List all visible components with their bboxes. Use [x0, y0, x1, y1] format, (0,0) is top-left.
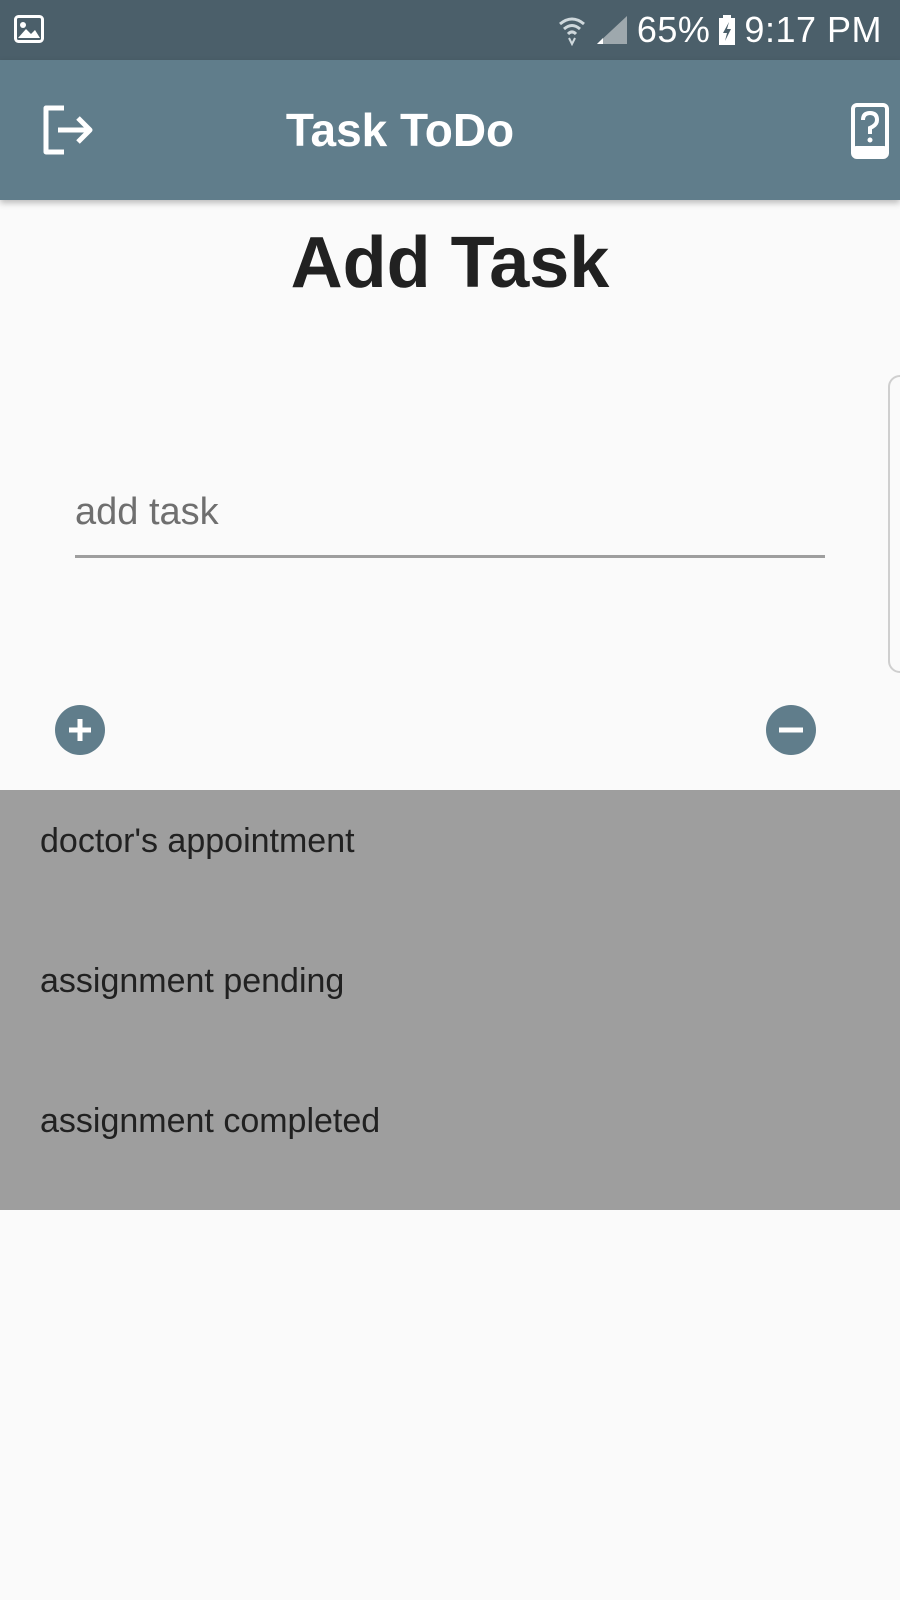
- app-bar: Task ToDo: [0, 60, 900, 200]
- minus-circle-icon: [779, 727, 803, 733]
- battery-charging-icon: [718, 14, 736, 46]
- add-task-button[interactable]: [55, 705, 105, 755]
- task-item[interactable]: assignment completed: [0, 1070, 900, 1210]
- task-item[interactable]: assignment pending: [0, 930, 900, 1070]
- plus-circle-icon: [69, 719, 91, 741]
- remove-task-button[interactable]: [766, 705, 816, 755]
- clock: 9:17 PM: [744, 9, 882, 50]
- task-input-container: [75, 470, 825, 560]
- app-title: Task ToDo: [285, 104, 515, 156]
- help-button[interactable]: [850, 102, 890, 160]
- task-list: doctor's appointment assignment pending …: [0, 790, 900, 1210]
- status-bar: 65% 9:17 PM: [0, 0, 900, 60]
- image-icon: [14, 15, 44, 43]
- task-item[interactable]: doctor's appointment: [0, 790, 900, 930]
- signal-icon: [595, 14, 629, 46]
- status-indicators: 65% 9:17 PM: [557, 0, 882, 60]
- battery-percent: 65%: [636, 9, 711, 50]
- side-panel-edge: [888, 375, 900, 673]
- page-title: Add Task: [290, 223, 610, 303]
- add-task-input[interactable]: [75, 470, 825, 558]
- help-icon: [851, 103, 889, 159]
- wifi-icon: [557, 14, 587, 46]
